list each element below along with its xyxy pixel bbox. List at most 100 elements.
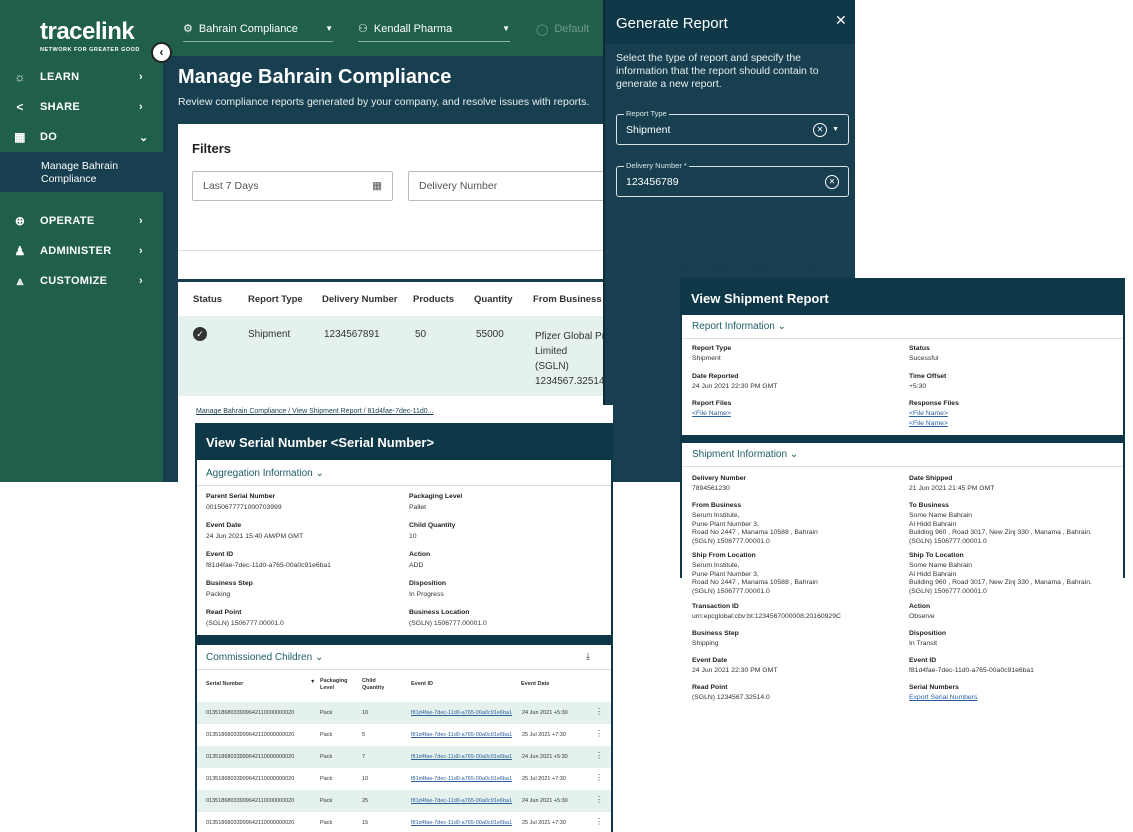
report-type-label: Report Type	[624, 109, 669, 118]
section-heading: Aggregation Information	[206, 468, 313, 479]
delivery-number-label: Delivery Number *	[624, 161, 689, 170]
sidebar-item-learn[interactable]: ☼ LEARN ›	[0, 64, 163, 90]
download-icon[interactable]: ⤓	[586, 651, 590, 662]
packaging-level-value: Pallet	[409, 504, 427, 511]
report-information-toggle[interactable]: Report Information ⌄	[692, 321, 786, 332]
table-row[interactable]: 01351868033999642110000000020 Pack 5 f81…	[197, 724, 611, 746]
col-header-delivery-number[interactable]: Delivery Number	[322, 294, 398, 305]
sidebar-item-administer[interactable]: ♟ ADMINISTER ›	[0, 238, 163, 264]
serial-report-title: View Serial Number <Serial Number>	[206, 435, 435, 450]
company-selector-value: Kendall Pharma	[373, 22, 453, 35]
grid-icon: ▦	[14, 130, 26, 144]
cell-event-id-link[interactable]: f81d4fae-7dec-11d0-a765-00a0c91e6ba1	[411, 820, 512, 826]
sidebar-item-do[interactable]: ▦ DO ⌄	[0, 124, 163, 150]
col-header-from-business[interactable]: From Business	[533, 294, 602, 305]
cell-event-id-link[interactable]: f81d4fae-7dec-11d0-a765-00a0c91e6ba1	[411, 798, 512, 804]
cell-packaging: Pack	[320, 710, 333, 716]
status-label: Status	[909, 345, 930, 352]
cell-quantity: 5	[362, 732, 366, 738]
event-date-value: 24 Jun 2021 22:30 PM GMT	[692, 667, 778, 674]
sidebar: tracelink NETWORK FOR GREATER GOOD ☼ LEA…	[0, 0, 163, 482]
commissioned-children-toggle[interactable]: Commissioned Children ⌄	[206, 652, 323, 663]
cell-event-date: 24 Jun 2021 +5:30	[522, 798, 568, 804]
col-header-child-quantity[interactable]: Child Quantity	[362, 678, 384, 692]
disposition-value: In Progress	[409, 591, 444, 598]
address-line: (SGLN) 1506777.00001.0	[692, 587, 770, 595]
cell-event-id-link[interactable]: f81d4fae-7dec-11d0-a765-00a0c91e6ba1	[411, 754, 512, 760]
breadcrumb-link[interactable]: Manage Bahrain Compliance	[196, 408, 286, 415]
serial-numbers-label: Serial Numbers	[909, 684, 959, 691]
cell-event-id-link[interactable]: f81d4fae-7dec-11d0-a765-00a0c91e6ba1	[411, 776, 512, 782]
more-vert-icon[interactable]: ⋮	[595, 729, 603, 738]
cell-event-id-link[interactable]: f81d4fae-7dec-11d0-a765-00a0c91e6ba1	[411, 710, 512, 716]
page-title: Manage Bahrain Compliance	[178, 66, 452, 88]
generate-report-description: Select the type of report and specify th…	[616, 52, 819, 90]
address-line: Road No 2447 , Manama 10588 , Bahrain	[692, 529, 818, 536]
ship-from-label: Ship From Location	[692, 552, 756, 559]
delivery-number-label: Delivery Number	[692, 475, 747, 482]
more-vert-icon[interactable]: ⋮	[595, 817, 603, 826]
read-point-value: (SGLN) 1234567.32514.0	[692, 694, 770, 701]
delivery-number-placeholder: Delivery Number	[419, 180, 498, 192]
cell-serial: 01351868033999642110000000020	[206, 798, 295, 804]
sidebar-item-share[interactable]: < SHARE ›	[0, 94, 163, 120]
export-serial-numbers-link[interactable]: Export Serial Numbers	[909, 694, 977, 703]
delivery-number-input[interactable]: Delivery Number * 123456789 ✕	[616, 161, 849, 197]
breadcrumb-link[interactable]: Manage Bahrain Compliance	[681, 267, 771, 274]
from-business-label: From Business	[692, 502, 742, 509]
table-row[interactable]: 01351868033999642110000000020 Pack 10 f8…	[197, 702, 611, 724]
response-file-link[interactable]: <File Name>	[909, 420, 948, 429]
report-type-select[interactable]: Report Type Shipment ✕ ▼	[616, 109, 849, 145]
event-date-label: Event Date	[206, 522, 242, 529]
sidebar-item-customize[interactable]: ⩓ CUSTOMIZE ›	[0, 268, 163, 294]
app-selector[interactable]: ⚙ Bahrain Compliance ▼	[183, 16, 333, 42]
filters-title: Filters	[192, 141, 232, 156]
col-header-event-date[interactable]: Event Date	[521, 681, 549, 688]
company-selector[interactable]: ⚇ Kendall Pharma ▼	[358, 16, 510, 42]
response-file-link[interactable]: <File Name>	[909, 410, 948, 419]
date-filter[interactable]: Last 7 Days ▦	[192, 171, 393, 201]
caret-down-icon: ▼	[502, 24, 510, 33]
transaction-id-value: urn:epcglobal:cbv:bt:1234567000008:20160…	[692, 613, 841, 620]
close-icon[interactable]: ✕	[835, 12, 847, 29]
section-heading: Shipment Information	[692, 449, 788, 460]
default-selector[interactable]: ◯ Default	[536, 16, 606, 42]
more-vert-icon[interactable]: ⋮	[595, 795, 603, 804]
table-row[interactable]: 01351868033999642110000000020 Pack 7 f81…	[197, 746, 611, 768]
aggregation-information-toggle[interactable]: Aggregation Information ⌄	[206, 468, 324, 479]
col-header-quantity[interactable]: Quantity	[474, 294, 513, 305]
table-row[interactable]: 01351868033999642110000000020 Pack 25 f8…	[197, 790, 611, 812]
address-line: (SGLN) 1506777.00001.0	[909, 537, 987, 545]
sidebar-subitem-manage-bahrain-compliance[interactable]: Manage Bahrain Compliance	[0, 152, 163, 192]
col-header-status[interactable]: Status	[193, 294, 222, 305]
clear-icon[interactable]: ✕	[825, 174, 839, 189]
collapse-sidebar-button[interactable]: ‹	[151, 42, 172, 63]
address-line: Some Name Bahrain	[909, 562, 973, 569]
col-header-event-id[interactable]: Event ID	[411, 681, 433, 688]
delivery-number-filter[interactable]: Delivery Number	[408, 171, 612, 201]
sort-caret-icon[interactable]: ▼	[310, 679, 315, 686]
divider	[682, 466, 1123, 467]
col-header-report-type[interactable]: Report Type	[248, 294, 303, 305]
event-id-label: Event ID	[909, 657, 937, 664]
col-header-products[interactable]: Products	[413, 294, 454, 305]
report-file-link[interactable]: <File Name>	[692, 410, 731, 419]
tracelink-logo: tracelink	[40, 18, 135, 45]
col-header-serial-number[interactable]: Serial Number	[206, 681, 243, 688]
sidebar-item-operate[interactable]: ⊕ OPERATE ›	[0, 208, 163, 234]
cell-serial: 01351868033999642110000000020	[206, 820, 295, 826]
business-location-label: Business Location	[409, 609, 470, 616]
more-vert-icon[interactable]: ⋮	[595, 751, 603, 760]
cell-packaging: Pack	[320, 798, 333, 804]
more-vert-icon[interactable]: ⋮	[595, 707, 603, 716]
chevron-down-icon: ⌄	[777, 321, 786, 332]
more-vert-icon[interactable]: ⋮	[595, 773, 603, 782]
cell-report-type: Shipment	[248, 329, 291, 340]
clear-icon[interactable]: ✕	[813, 122, 828, 137]
col-header-packaging-level[interactable]: Packaging Level	[320, 678, 348, 692]
cell-event-id-link[interactable]: f81d4fae-7dec-11d0-a765-00a0c91e6ba1	[411, 732, 512, 738]
shipment-information-toggle[interactable]: Shipment Information ⌄	[692, 449, 798, 460]
table-row[interactable]: 01351868033999642110000000020 Pack 10 f8…	[197, 768, 611, 790]
ship-to-value: Some Name Bahrain Al Hidd Bahrain Buildi…	[909, 562, 1092, 596]
table-row[interactable]: 01351868033999642110000000020 Pack 15 f8…	[197, 812, 611, 832]
